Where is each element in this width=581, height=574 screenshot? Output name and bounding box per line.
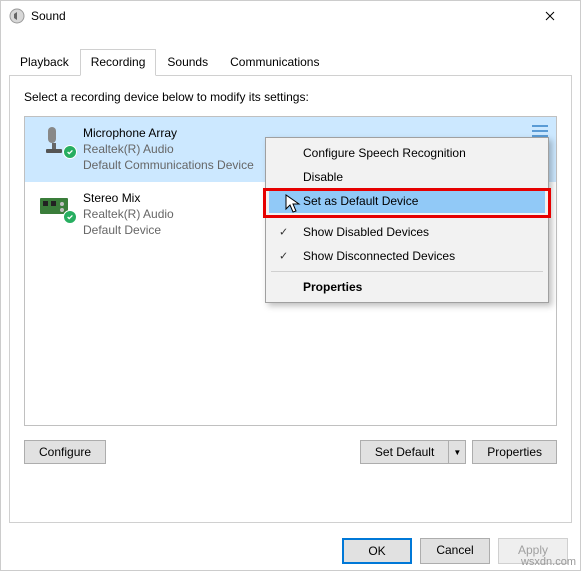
menu-properties[interactable]: Properties xyxy=(269,275,545,299)
set-default-split-button[interactable]: Set Default ▼ xyxy=(360,440,466,464)
device-icon-wrap xyxy=(33,190,75,222)
check-icon: ✓ xyxy=(279,250,288,263)
menu-show-disabled[interactable]: ✓ Show Disabled Devices xyxy=(269,220,545,244)
watermark: wsxdn.com xyxy=(521,556,576,568)
menu-show-disconnected[interactable]: ✓ Show Disconnected Devices xyxy=(269,244,545,268)
menu-label: Show Disconnected Devices xyxy=(303,249,455,263)
menu-label: Show Disabled Devices xyxy=(303,225,429,239)
tab-strip: Playback Recording Sounds Communications xyxy=(1,49,580,76)
set-default-dropdown[interactable]: ▼ xyxy=(448,440,466,464)
titlebar: Sound xyxy=(1,1,580,31)
default-badge-icon xyxy=(63,145,77,159)
dialog-buttons: OK Cancel Apply xyxy=(1,532,580,574)
context-menu: Configure Speech Recognition Disable Set… xyxy=(265,137,549,303)
sound-app-icon xyxy=(9,8,25,24)
sound-dialog: Sound Playback Recording Sounds Communic… xyxy=(0,0,581,571)
menu-set-default-device[interactable]: Set as Default Device xyxy=(269,189,545,213)
panel-buttons: Configure Set Default ▼ Properties xyxy=(24,440,557,464)
tab-sounds[interactable]: Sounds xyxy=(156,49,219,76)
hamburger-icon[interactable] xyxy=(532,125,548,137)
menu-separator xyxy=(271,216,543,217)
ok-button[interactable]: OK xyxy=(342,538,412,564)
close-button[interactable] xyxy=(527,1,572,31)
window-title: Sound xyxy=(31,9,527,23)
instruction-text: Select a recording device below to modif… xyxy=(24,90,557,104)
properties-button[interactable]: Properties xyxy=(472,440,557,464)
tab-recording[interactable]: Recording xyxy=(80,49,157,76)
menu-separator xyxy=(271,271,543,272)
menu-configure-speech[interactable]: Configure Speech Recognition xyxy=(269,141,545,165)
tab-playback[interactable]: Playback xyxy=(9,49,80,76)
configure-button[interactable]: Configure xyxy=(24,440,106,464)
menu-disable[interactable]: Disable xyxy=(269,165,545,189)
set-default-button[interactable]: Set Default xyxy=(360,440,448,464)
tab-communications[interactable]: Communications xyxy=(219,49,330,76)
cancel-button[interactable]: Cancel xyxy=(420,538,490,564)
default-badge-icon xyxy=(63,210,77,224)
check-icon: ✓ xyxy=(279,226,288,239)
device-icon-wrap xyxy=(33,125,75,157)
